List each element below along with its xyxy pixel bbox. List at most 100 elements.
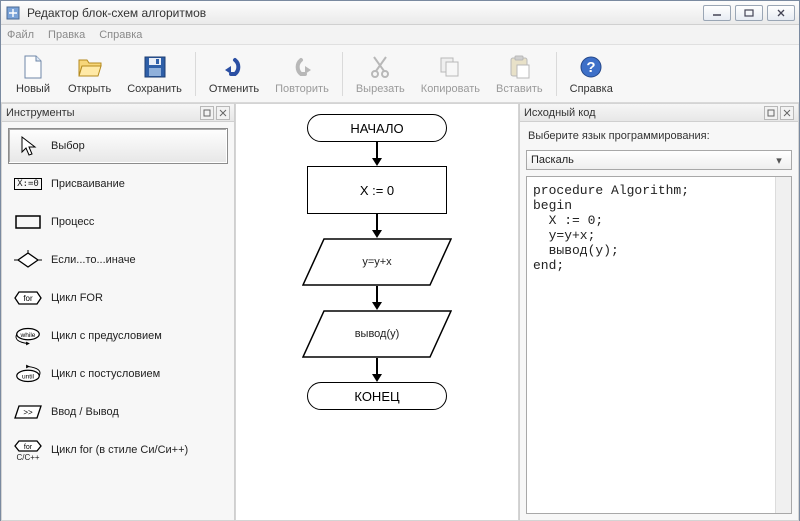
app-window: Редактор блок-схем алгоритмов Файл Правк…	[0, 0, 800, 521]
node-io-1[interactable]: y=y+x	[302, 238, 452, 286]
new-file-icon	[19, 53, 47, 81]
cut-scissors-icon	[366, 53, 394, 81]
undo-button[interactable]: Отменить	[202, 48, 266, 100]
panel-close-button[interactable]	[780, 106, 794, 120]
save-button[interactable]: Сохранить	[120, 48, 189, 100]
titlebar: Редактор блок-схем алгоритмов	[1, 1, 799, 25]
source-panel-header: Исходный код	[520, 104, 798, 122]
minimize-button[interactable]	[703, 5, 731, 21]
window-title: Редактор блок-схем алгоритмов	[27, 6, 703, 20]
flowchart: НАЧАЛО X := 0 y=y+x вывод(y) КОНЕЦ	[277, 114, 477, 410]
tool-assign[interactable]: X:=0 Присваивание	[8, 166, 228, 202]
paste-button[interactable]: Вставить	[489, 48, 550, 100]
tool-label: Выбор	[51, 140, 85, 152]
tool-io[interactable]: >> Ввод / Вывод	[8, 394, 228, 430]
help-button[interactable]: ? Справка	[563, 48, 620, 100]
save-disk-icon	[141, 53, 169, 81]
undo-icon	[220, 53, 248, 81]
language-prompt: Выберите язык программирования:	[526, 128, 792, 144]
source-content: Выберите язык программирования: Паскаль …	[520, 122, 798, 520]
window-buttons	[703, 5, 795, 21]
menu-edit[interactable]: Правка	[48, 29, 85, 41]
toolbar-separator	[342, 52, 343, 96]
tool-select[interactable]: Выбор	[8, 128, 228, 164]
process-icon	[13, 209, 43, 235]
language-select[interactable]: Паскаль ▾	[526, 150, 792, 170]
scrollbar-vertical[interactable]	[775, 177, 791, 513]
redo-label: Повторить	[275, 83, 329, 95]
panel-undock-button[interactable]	[200, 106, 214, 120]
panel-undock-button[interactable]	[764, 106, 778, 120]
assign-icon: X:=0	[13, 171, 43, 197]
node-assign[interactable]: X := 0	[307, 166, 447, 214]
paste-label: Вставить	[496, 83, 543, 95]
for-loop-icon: for	[13, 285, 43, 311]
chevron-down-icon: ▾	[771, 154, 787, 167]
cut-button[interactable]: Вырезать	[349, 48, 412, 100]
svg-text:>>: >>	[23, 408, 33, 417]
node-io-2[interactable]: вывод(y)	[302, 310, 452, 358]
tool-if-else[interactable]: Если...то...иначе	[8, 242, 228, 278]
toolbar-separator	[195, 52, 196, 96]
help-icon: ?	[577, 53, 605, 81]
new-button[interactable]: Новый	[7, 48, 59, 100]
svg-text:until: until	[22, 374, 35, 381]
main-area: Инструменты Выбор X:=0 Присваивание	[1, 103, 799, 521]
flow-arrow	[372, 214, 382, 238]
menu-file[interactable]: Файл	[7, 29, 34, 41]
until-loop-icon: until	[13, 361, 43, 387]
source-code-view[interactable]: procedure Algorithm; begin X := 0; y=y+x…	[526, 176, 792, 514]
svg-text:?: ?	[587, 59, 596, 76]
cut-label: Вырезать	[356, 83, 405, 95]
tool-label: Цикл FOR	[51, 292, 103, 304]
svg-text:for: for	[24, 444, 33, 451]
tool-cfor[interactable]: for C/C++ Цикл for (в стиле Си/Си++)	[8, 432, 228, 468]
svg-text:while: while	[20, 332, 36, 339]
node-start[interactable]: НАЧАЛО	[307, 114, 447, 142]
undo-label: Отменить	[209, 83, 259, 95]
new-label: Новый	[16, 83, 50, 95]
open-button[interactable]: Открыть	[61, 48, 118, 100]
paste-icon	[505, 53, 533, 81]
io-icon: >>	[13, 399, 43, 425]
panel-close-button[interactable]	[216, 106, 230, 120]
copy-label: Копировать	[421, 83, 480, 95]
tools-list: Выбор X:=0 Присваивание Процесс	[2, 122, 234, 520]
tool-label: Цикл с постусловием	[51, 368, 160, 380]
tool-process[interactable]: Процесс	[8, 204, 228, 240]
maximize-button[interactable]	[735, 5, 763, 21]
tools-panel: Инструменты Выбор X:=0 Присваивание	[1, 103, 235, 521]
source-panel-title: Исходный код	[524, 107, 596, 119]
redo-icon	[288, 53, 316, 81]
source-panel: Исходный код Выберите язык программирова…	[519, 103, 799, 521]
tools-panel-header: Инструменты	[2, 104, 234, 122]
tool-until[interactable]: until Цикл с постусловием	[8, 356, 228, 392]
open-folder-icon	[76, 53, 104, 81]
menubar: Файл Правка Справка	[1, 25, 799, 45]
language-selected: Паскаль	[531, 154, 771, 166]
while-loop-icon: while	[13, 323, 43, 349]
toolbar: Новый Открыть Сохранить Отменить Повтор	[1, 45, 799, 103]
tool-label: Цикл for (в стиле Си/Си++)	[51, 444, 188, 456]
tool-label: Присваивание	[51, 178, 125, 190]
tool-for[interactable]: for Цикл FOR	[8, 280, 228, 316]
svg-text:for: for	[23, 294, 33, 303]
tool-label: Если...то...иначе	[51, 254, 136, 266]
close-button[interactable]	[767, 5, 795, 21]
flowchart-canvas[interactable]: НАЧАЛО X := 0 y=y+x вывод(y) КОНЕЦ	[235, 103, 519, 521]
menu-help[interactable]: Справка	[99, 29, 142, 41]
app-icon	[5, 5, 21, 21]
tool-label: Ввод / Вывод	[51, 406, 119, 418]
tool-while[interactable]: while Цикл с предусловием	[8, 318, 228, 354]
decision-icon	[13, 247, 43, 273]
help-label: Справка	[570, 83, 613, 95]
flow-arrow	[372, 142, 382, 166]
node-end[interactable]: КОНЕЦ	[307, 382, 447, 410]
tool-label: Процесс	[51, 216, 94, 228]
save-label: Сохранить	[127, 83, 182, 95]
cfor-icon: for C/C++	[13, 437, 43, 463]
copy-button[interactable]: Копировать	[414, 48, 487, 100]
redo-button[interactable]: Повторить	[268, 48, 336, 100]
tools-panel-title: Инструменты	[6, 107, 75, 119]
toolbar-separator	[556, 52, 557, 96]
